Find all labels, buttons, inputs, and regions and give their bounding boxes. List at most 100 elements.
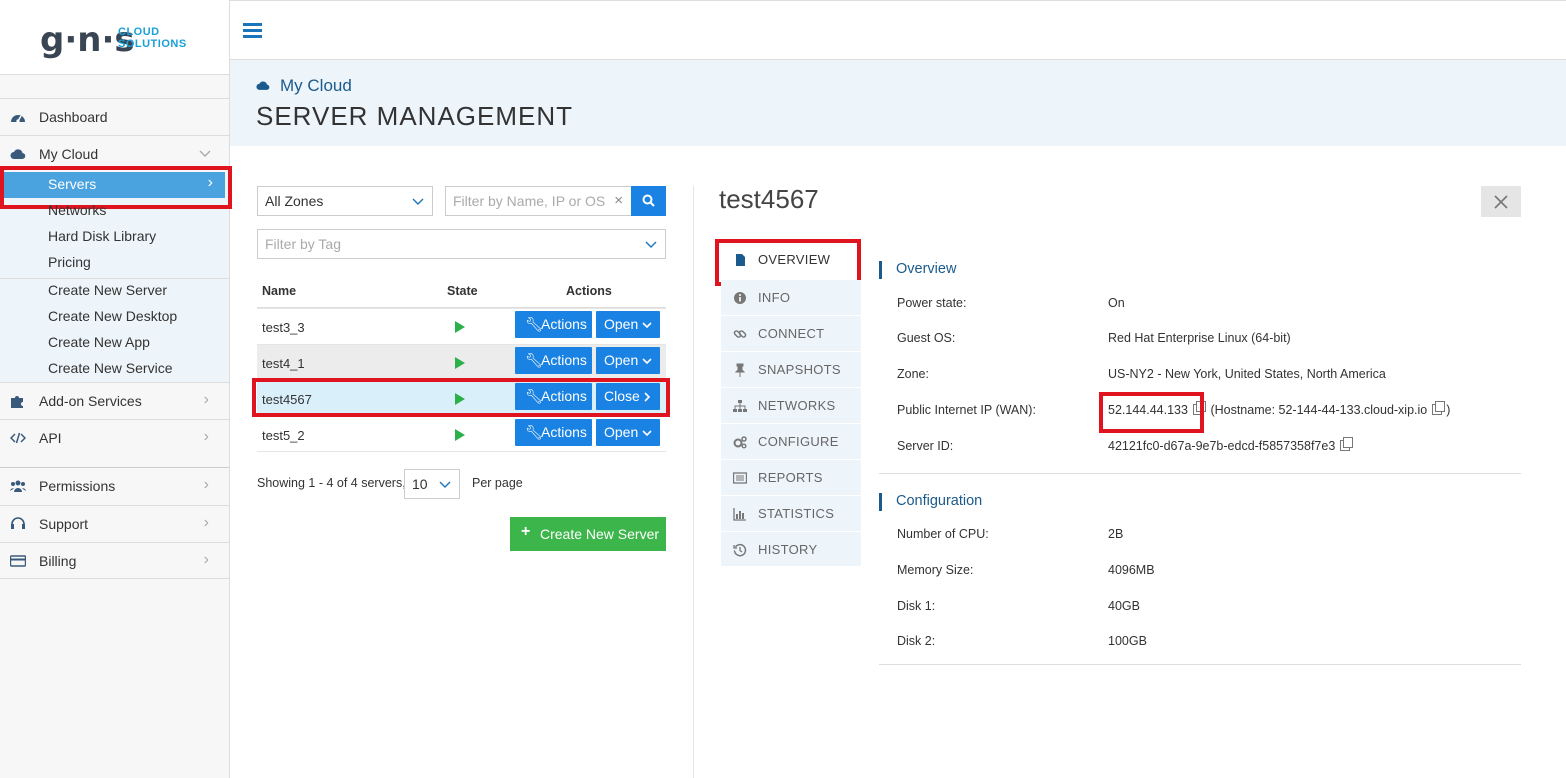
highlight-box xyxy=(252,378,670,417)
actions-button[interactable]: 🔧︎ Actions xyxy=(515,311,592,338)
tab-info[interactable]: INFO xyxy=(721,280,861,316)
power-state-value: On xyxy=(1108,296,1125,310)
running-state-icon xyxy=(455,429,465,441)
pin-icon xyxy=(734,363,746,377)
toggle-button-label: Open xyxy=(604,316,639,332)
toggle-button-label: Open xyxy=(604,424,639,440)
link-icon xyxy=(733,330,747,338)
create-new-server-button[interactable]: + Create New Server xyxy=(510,517,666,551)
chevron-right-icon: › xyxy=(203,428,209,445)
top-bar xyxy=(230,0,1566,60)
actions-button-label: Actions xyxy=(541,424,587,440)
sidebar-item-pricing[interactable]: Pricing xyxy=(0,250,229,276)
field-label: Guest OS: xyxy=(897,331,956,345)
cloud-icon xyxy=(10,149,26,160)
sidebar-item-label: My Cloud xyxy=(39,146,99,162)
disk2-value: 100GB xyxy=(1108,634,1147,648)
tab-label: HISTORY xyxy=(758,542,818,557)
credit-card-icon xyxy=(10,555,26,567)
copy-icon[interactable] xyxy=(1432,401,1446,415)
per-page-select[interactable]: 10 xyxy=(404,469,460,499)
tab-label: CONFIGURE xyxy=(758,434,839,449)
breadcrumb[interactable]: My Cloud xyxy=(280,76,352,96)
headset-icon xyxy=(11,517,25,529)
field-label: Number of CPU: xyxy=(897,527,989,541)
pagination-summary: Showing 1 - 4 of 4 servers, xyxy=(257,476,406,490)
sidebar-item-addon-services[interactable]: Add-on Services › xyxy=(0,382,229,419)
sidebar-item-create-app[interactable]: Create New App xyxy=(0,330,229,356)
field-label: Memory Size: xyxy=(897,563,974,577)
sidebar-item-label: Create New Server xyxy=(48,282,168,298)
hamburger-menu-icon[interactable] xyxy=(243,23,262,38)
page-header: My Cloud SERVER MANAGEMENT xyxy=(230,60,1566,146)
hostname-prefix: (Hostname: xyxy=(1210,403,1279,417)
tag-filter[interactable]: Filter by Tag xyxy=(257,229,666,259)
dashboard-icon xyxy=(11,115,25,123)
tab-networks[interactable]: NETWORKS xyxy=(721,388,861,424)
divider xyxy=(879,664,1521,665)
zone-select-value: All Zones xyxy=(265,193,324,209)
actions-button[interactable]: 🔧︎ Actions xyxy=(515,347,592,374)
sidebar-item-api[interactable]: API › xyxy=(0,419,229,456)
sidebar-item-hard-disk-library[interactable]: Hard Disk Library xyxy=(0,224,229,250)
search-icon xyxy=(642,194,655,207)
server-id-text: 42121fc0-d67a-9e7b-edcd-f5857358f7e3 xyxy=(1108,439,1336,453)
gears-icon xyxy=(733,436,747,449)
tab-reports[interactable]: REPORTS xyxy=(721,460,861,496)
actions-button[interactable]: 🔧︎ Actions xyxy=(515,419,592,446)
sidebar-item-create-server[interactable]: Create New Server xyxy=(0,278,229,304)
tab-statistics[interactable]: STATISTICS xyxy=(721,496,861,532)
sidebar-item-label: Billing xyxy=(39,553,77,569)
chevron-down-icon xyxy=(642,358,652,365)
cloud-icon xyxy=(256,81,270,90)
chevron-right-icon: › xyxy=(203,551,209,568)
open-button[interactable]: Open xyxy=(596,311,660,338)
chevron-down-icon xyxy=(642,322,652,329)
sidebar-item-create-desktop[interactable]: Create New Desktop xyxy=(0,304,229,330)
zone-select[interactable]: All Zones xyxy=(257,186,433,216)
chevron-right-icon: › xyxy=(203,476,209,493)
sidebar-item-support[interactable]: Support › xyxy=(0,505,229,542)
sidebar-item-label: Create New Desktop xyxy=(48,308,178,324)
zone-value: US-NY2 - New York, United States, North … xyxy=(1108,367,1386,381)
sidebar-item-label: Networks xyxy=(48,202,107,218)
tab-connect[interactable]: CONNECT xyxy=(721,316,861,352)
create-button-label: Create New Server xyxy=(540,526,660,542)
hostname-suffix: ) xyxy=(1446,403,1451,417)
close-panel-button[interactable] xyxy=(1481,186,1521,217)
field-label: Public Internet IP (WAN): xyxy=(897,403,1036,417)
tab-snapshots[interactable]: SNAPSHOTS xyxy=(721,352,861,388)
server-name: test4_1 xyxy=(262,356,305,371)
tab-label: SNAPSHOTS xyxy=(758,362,841,377)
sidebar-item-permissions[interactable]: Permissions › xyxy=(0,467,229,504)
sidebar-item-label: Support xyxy=(39,516,89,532)
sidebar-item-dashboard[interactable]: Dashboard xyxy=(0,98,229,135)
logo-text: CLOUD SOLUTIONS xyxy=(118,26,187,50)
puzzle-icon xyxy=(11,396,23,408)
tab-history[interactable]: HISTORY xyxy=(721,532,861,567)
sidebar-item-create-service[interactable]: Create New Service xyxy=(0,356,229,382)
clear-search-icon[interactable]: × xyxy=(614,192,623,209)
column-header-state[interactable]: State xyxy=(447,284,478,298)
open-button[interactable]: Open xyxy=(596,419,660,446)
actions-button-label: Actions xyxy=(541,352,587,368)
chevron-down-icon xyxy=(642,430,652,437)
column-header-name[interactable]: Name xyxy=(262,284,296,298)
field-label: Zone: xyxy=(897,367,929,381)
sidebar-item-networks[interactable]: Networks xyxy=(0,198,229,224)
chevron-right-icon: › xyxy=(203,391,209,408)
sidebar-item-label: Add-on Services xyxy=(39,393,142,409)
search-button[interactable] xyxy=(631,186,666,216)
info-icon xyxy=(734,292,746,304)
search-placeholder: Filter by Name, IP or OS xyxy=(453,193,606,209)
per-page-value: 10 xyxy=(412,476,428,492)
tab-configure[interactable]: CONFIGURE xyxy=(721,424,861,460)
sidebar-item-billing[interactable]: Billing › xyxy=(0,542,229,579)
chevron-down-icon xyxy=(439,481,451,488)
copy-icon[interactable] xyxy=(1340,437,1354,451)
logo[interactable]: g·n·s CLOUD SOLUTIONS xyxy=(0,0,229,75)
field-label: Power state: xyxy=(897,296,967,310)
chevron-down-icon xyxy=(412,198,424,205)
open-button[interactable]: Open xyxy=(596,347,660,374)
search-input[interactable]: Filter by Name, IP or OS × xyxy=(445,186,632,216)
